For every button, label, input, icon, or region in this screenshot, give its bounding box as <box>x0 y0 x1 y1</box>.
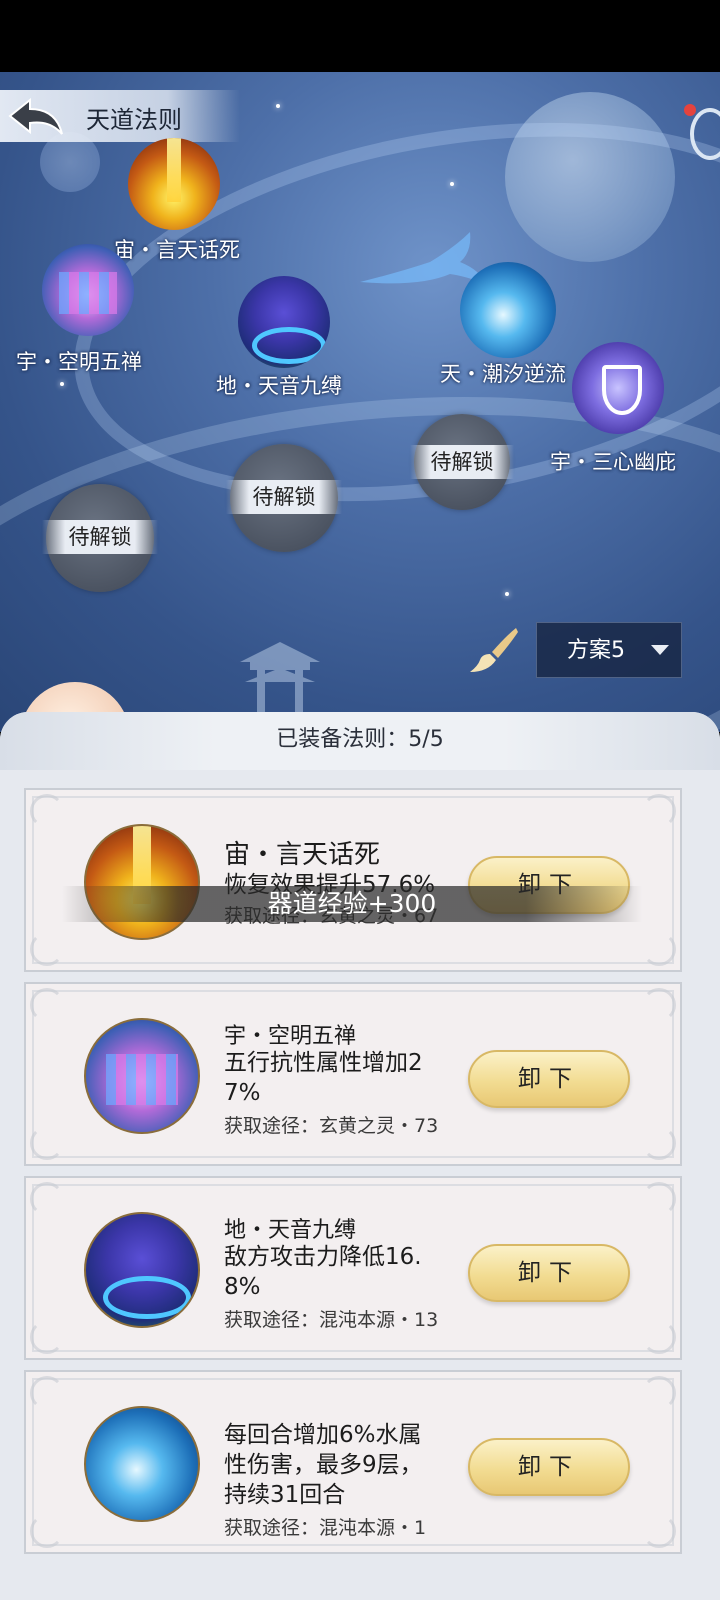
equipped-count: 已装备法则：5/5 <box>276 727 444 752</box>
corner-ornament <box>30 1320 64 1354</box>
exp-toast: 器道经验+300 <box>62 886 642 922</box>
locked-rule-slot[interactable]: 待解锁 <box>410 414 514 510</box>
corner-ornament <box>642 1126 676 1160</box>
corner-ornament <box>642 932 676 966</box>
rule-card: 宙・言天话死 恢复效果提升57.6% 获取途径：玄黄之灵・67 卸下 <box>24 788 682 972</box>
unload-button[interactable]: 卸下 <box>468 1438 630 1496</box>
corner-ornament <box>30 932 64 966</box>
corner-ornament <box>642 1320 676 1354</box>
locked-rule-slot[interactable]: 待解锁 <box>226 444 342 552</box>
notification-dot <box>684 104 696 116</box>
back-arrow-icon[interactable] <box>6 96 66 138</box>
water-wave-icon[interactable] <box>460 262 556 358</box>
corner-ornament <box>30 1126 64 1160</box>
rule-node-label: 地・天音九缚 <box>216 374 342 398</box>
golden-pillar-icon[interactable] <box>128 138 220 230</box>
prism-icon[interactable] <box>42 244 134 336</box>
rule-node-label: 宙・言天话死 <box>114 238 240 262</box>
locked-rule-slot[interactable]: 待解锁 <box>42 484 158 592</box>
temple-icon <box>240 642 320 712</box>
rules-screen: 天道法则 宙・言天话死 宇・空明五禅 地・天音九缚 天・潮汐逆流 宇・三心幽庇 … <box>0 0 720 1600</box>
rule-effect: 敌方攻击力降低16.8% <box>224 1244 422 1300</box>
corner-ornament <box>642 1376 676 1410</box>
corner-ornament <box>642 988 676 1022</box>
spirit-vortex-icon[interactable] <box>238 276 330 368</box>
rule-name: 宙・言天话死 <box>224 840 381 870</box>
rule-node-label: 宇・三心幽庇 <box>550 450 676 474</box>
star-icon <box>276 104 280 108</box>
locked-label: 待解锁 <box>410 445 514 479</box>
rule-effect: 五行抗性属性增加27% <box>224 1050 423 1106</box>
rule-node-label: 天・潮汐逆流 <box>440 362 566 386</box>
rule-source: 获取途径：混沌本源・13 <box>224 1309 439 1331</box>
brush-icon[interactable] <box>468 626 520 674</box>
rule-card: 宇・空明五禅 五行抗性属性增加27% 获取途径：玄黄之灵・73 卸下 <box>24 982 682 1166</box>
rule-card: 地・天音九缚 敌方攻击力降低16.8% 获取途径：混沌本源・13 卸下 <box>24 1176 682 1360</box>
prism-icon <box>84 1018 200 1134</box>
golden-pillar-icon <box>84 824 200 940</box>
corner-ornament <box>642 1182 676 1216</box>
corner-ornament <box>30 1376 64 1410</box>
water-wave-icon <box>84 1406 200 1522</box>
corner-ornament <box>30 1182 64 1216</box>
locked-label: 待解锁 <box>226 480 342 514</box>
rule-card: 每回合增加6%水属性伤害，最多9层，持续31回合 获取途径：混沌本源・1 卸下 <box>24 1370 682 1554</box>
corner-ornament <box>642 1514 676 1548</box>
unload-button[interactable]: 卸下 <box>468 1244 630 1302</box>
corner-ornament <box>642 794 676 828</box>
star-icon <box>505 592 509 596</box>
plan-dropdown[interactable]: 方案5 <box>536 622 682 678</box>
rule-name: 地・天音九缚 <box>224 1218 357 1243</box>
rule-source: 获取途径：混沌本源・1 <box>224 1517 427 1539</box>
shield-icon[interactable] <box>572 342 664 434</box>
star-icon <box>450 182 454 186</box>
plan-label: 方案5 <box>567 638 625 663</box>
unload-button[interactable]: 卸下 <box>468 1050 630 1108</box>
rule-effect: 每回合增加6%水属性伤害，最多9层，持续31回合 <box>224 1422 423 1508</box>
corner-ornament <box>30 988 64 1022</box>
rule-name: 宇・空明五禅 <box>224 1024 357 1049</box>
corner-ornament <box>30 794 64 828</box>
rule-source: 获取途径：玄黄之灵・73 <box>224 1115 439 1137</box>
locked-label: 待解锁 <box>42 520 158 554</box>
corner-ornament <box>30 1514 64 1548</box>
status-bar <box>0 0 720 72</box>
page-title: 天道法则 <box>86 106 182 134</box>
star-icon <box>60 382 64 386</box>
spirit-vortex-icon <box>84 1212 200 1328</box>
chevron-down-icon <box>651 645 669 655</box>
rule-node-label: 宇・空明五禅 <box>16 350 142 374</box>
